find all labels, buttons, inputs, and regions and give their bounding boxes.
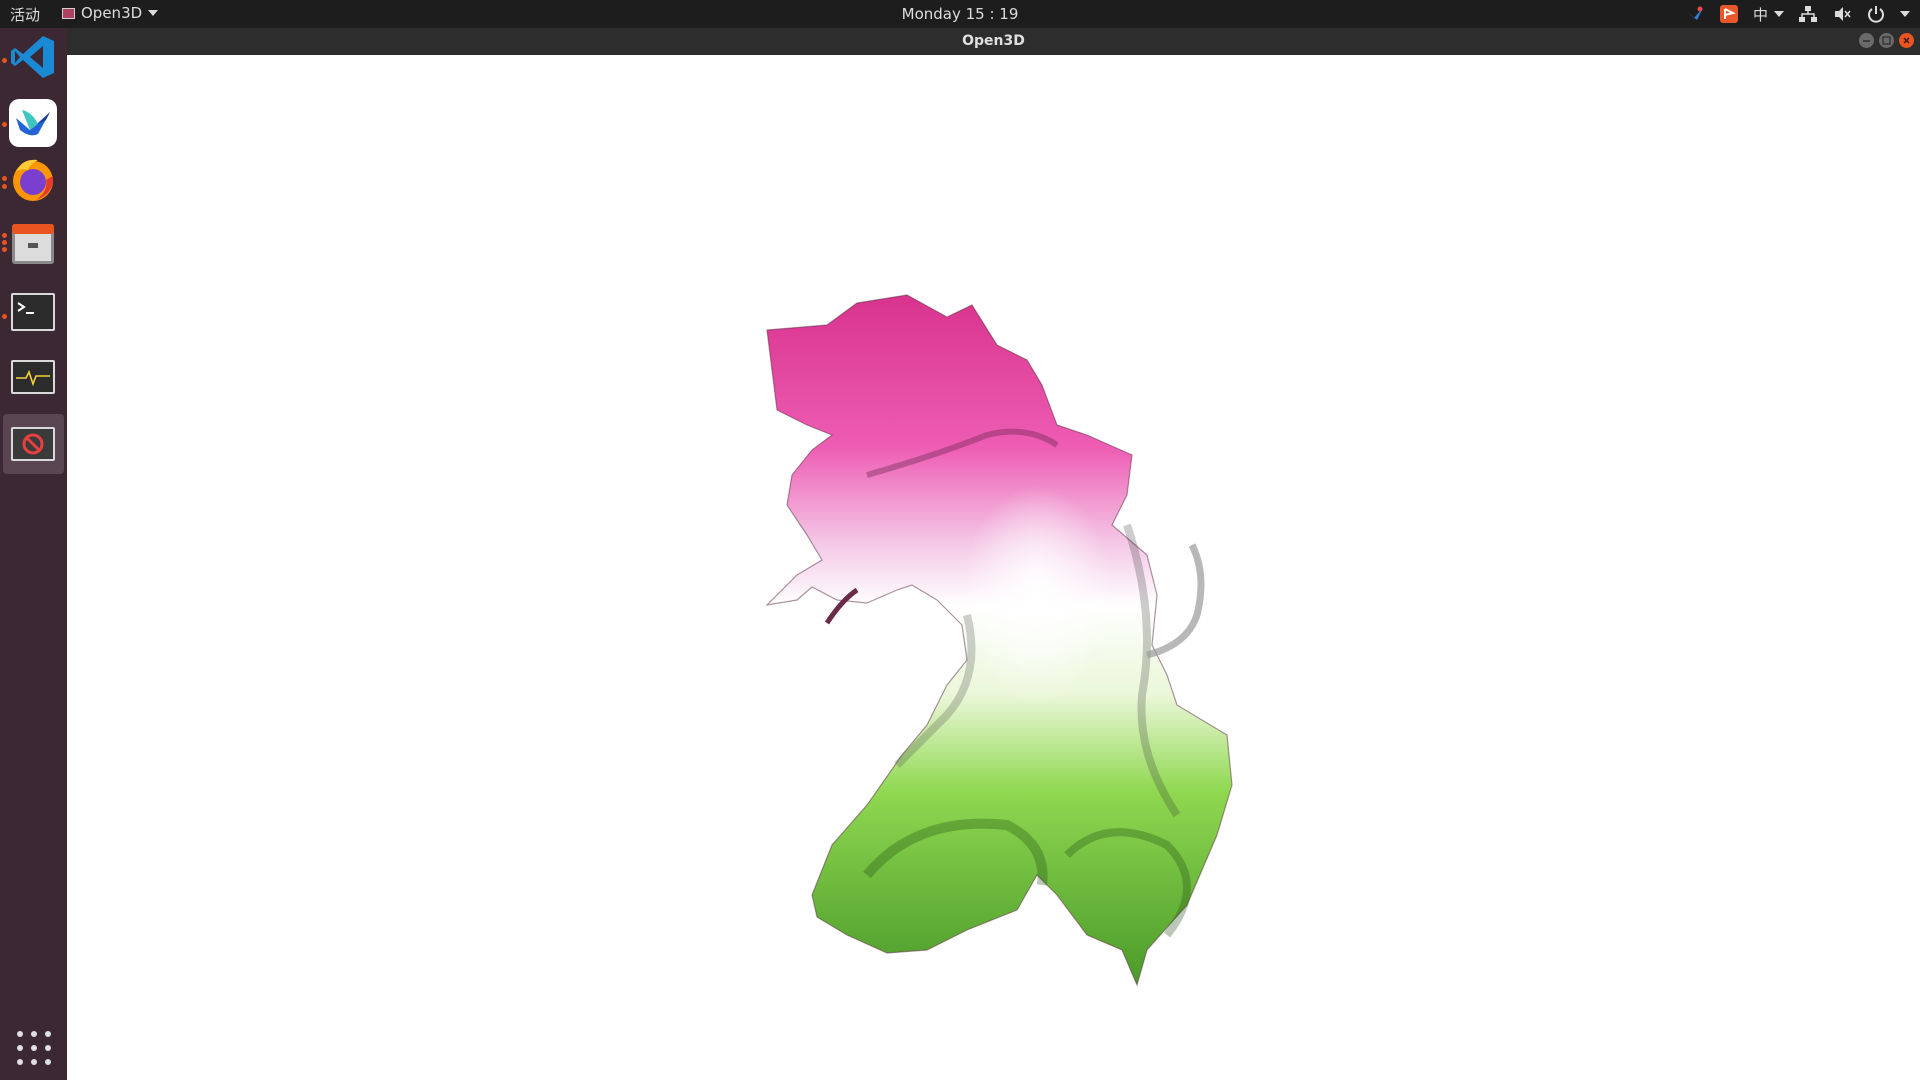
mesh-object <box>765 294 1233 987</box>
show-applications-button[interactable] <box>16 1030 52 1066</box>
app-menu-label: Open3D <box>81 4 143 22</box>
chevron-down-icon <box>148 10 159 16</box>
running-indicator <box>2 176 7 181</box>
dock-item-firefox[interactable] <box>8 154 58 204</box>
dock-item-files[interactable] <box>8 218 58 268</box>
files-icon <box>12 224 54 264</box>
top-panel: 活动 Open3D Monday 15 : 19 中 <box>0 0 1920 28</box>
system-monitor-icon <box>11 360 55 394</box>
power-icon[interactable] <box>1866 4 1886 24</box>
running-indicator <box>2 247 7 252</box>
running-indicator <box>2 240 7 245</box>
dock-item-feishu[interactable] <box>8 98 58 148</box>
running-indicator <box>2 184 7 189</box>
minimize-button[interactable] <box>1859 33 1874 48</box>
app-menu[interactable]: Open3D <box>62 4 159 22</box>
app-tray-icon[interactable] <box>1719 4 1739 24</box>
close-button[interactable] <box>1899 33 1914 48</box>
system-tray: 中 <box>1685 2 1910 26</box>
terminal-icon <box>11 293 55 331</box>
firefox-icon <box>13 159 54 201</box>
network-icon[interactable] <box>1798 4 1818 24</box>
running-indicator <box>2 58 7 63</box>
maximize-button[interactable] <box>1879 33 1894 48</box>
maximize-icon <box>1882 36 1891 45</box>
chevron-down-icon[interactable] <box>1900 11 1910 17</box>
ime-label: 中 <box>1752 5 1768 24</box>
activities-button[interactable]: 活动 <box>10 4 40 25</box>
running-indicator <box>2 233 7 238</box>
apps-grid-icon <box>17 1031 51 1065</box>
window-titlebar[interactable]: Open3D <box>67 28 1920 55</box>
mesh-render[interactable] <box>67 55 1920 1080</box>
chevron-down-icon <box>1774 11 1784 17</box>
minimize-icon <box>1863 40 1870 42</box>
running-indicator <box>2 314 7 319</box>
vscode-icon <box>11 36 54 78</box>
running-indicator <box>2 122 7 127</box>
dock-item-system-monitor[interactable] <box>8 352 58 402</box>
window-title: Open3D <box>962 33 1025 49</box>
dock <box>0 28 67 1080</box>
dock-item-terminal[interactable] <box>8 287 58 337</box>
feishu-icon <box>9 99 57 147</box>
lark-tray-icon[interactable] <box>1685 4 1705 24</box>
volume-muted-icon[interactable] <box>1832 4 1852 24</box>
open3d-viewport[interactable] <box>67 55 1920 1080</box>
input-method-menu[interactable]: 中 <box>1753 4 1784 25</box>
dock-item-vscode[interactable] <box>8 32 58 82</box>
clock[interactable]: Monday 15 : 19 <box>902 5 1019 23</box>
close-icon <box>1903 37 1910 44</box>
app-window-icon <box>62 7 75 19</box>
dock-item-open3d-icon[interactable] <box>8 419 58 469</box>
open3d-window-icon <box>11 427 55 461</box>
